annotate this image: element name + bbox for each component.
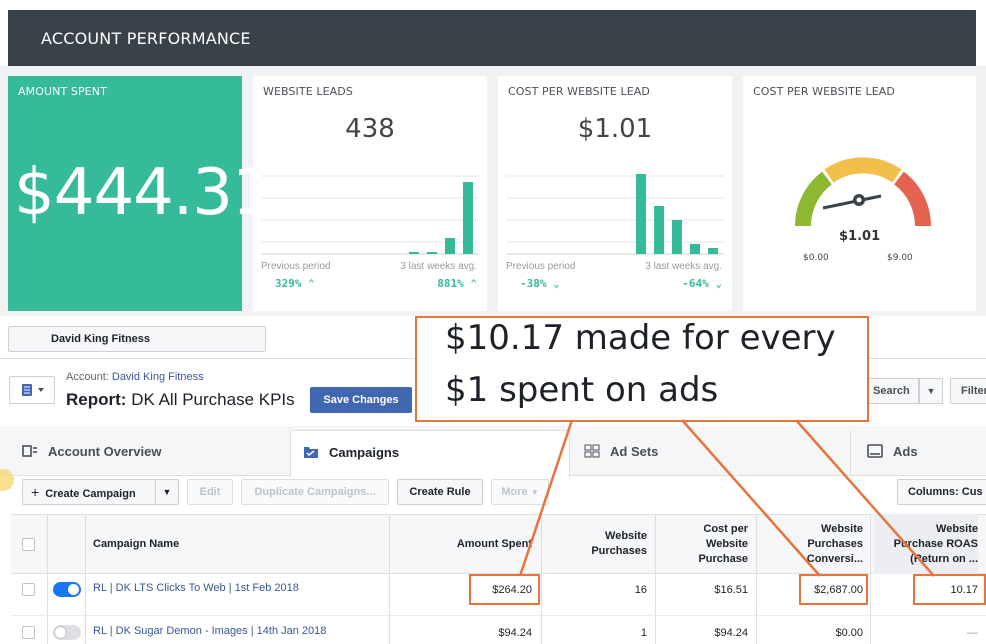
row-checkbox[interactable]	[22, 583, 35, 596]
leads-bar	[409, 252, 419, 254]
filter-button[interactable]: Filter	[950, 378, 986, 404]
website-leads-title: WEBSITE LEADS	[263, 85, 353, 98]
amount-spent-title: AMOUNT SPENT	[18, 85, 107, 98]
account-selector[interactable]: David King Fitness	[8, 326, 266, 352]
roas-cell: —	[967, 627, 978, 639]
create-rule-button[interactable]: Create Rule	[397, 479, 483, 505]
search-dropdown-button[interactable]: ▼	[919, 378, 943, 404]
gauge-arc-green	[795, 171, 833, 227]
gauge-max-label: $9.00	[887, 253, 913, 263]
report-account-link[interactable]: David King Fitness	[112, 371, 204, 383]
cost-per-lead-title: COST PER WEBSITE LEAD	[508, 85, 651, 98]
cost-avg-label: 3 last weeks avg.	[645, 261, 722, 272]
column-header-campaign-name[interactable]: Campaign Name	[93, 514, 383, 574]
cost-bar	[654, 206, 664, 254]
ad-icon	[867, 444, 883, 458]
website-leads-trend-chart	[261, 175, 479, 255]
gauge-arc-red	[893, 171, 931, 227]
conversion-value-cell: $0.00	[835, 627, 863, 639]
duplicate-campaigns-button[interactable]: Duplicate Campaigns...	[241, 479, 389, 505]
cost-per-purchase-cell: $16.51	[714, 584, 748, 596]
leads-avg-pct: 881% ⌃	[437, 277, 477, 290]
report-menu-button[interactable]	[9, 376, 55, 404]
amount-spent-cell: $94.24	[498, 627, 532, 639]
annotation-text-line2: $1 spent on ads	[445, 370, 719, 410]
campaign-name-link[interactable]: RL | DK Sugar Demon - Images | 14th Jan …	[93, 625, 326, 637]
website-leads-card: WEBSITE LEADS 438 Previous period 3 last…	[253, 76, 487, 311]
cost-bar	[672, 220, 682, 254]
caret-down-icon: ▼	[926, 386, 936, 396]
gauge-min-label: $0.00	[803, 253, 829, 263]
leads-previous-pct: 329% ⌃	[275, 277, 315, 290]
caret-down-icon: ▼	[162, 487, 172, 497]
report-list-icon	[22, 384, 44, 396]
account-overview-icon	[22, 445, 37, 457]
gauge-value: $1.01	[839, 229, 880, 244]
campaign-status-toggle[interactable]	[53, 582, 81, 597]
cost-bar	[690, 244, 700, 254]
tab-ads[interactable]: Ads	[850, 430, 986, 476]
save-changes-button[interactable]: Save Changes	[310, 387, 412, 413]
purchases-cell: 16	[634, 584, 647, 596]
gauge-needle	[822, 194, 882, 210]
annotation-highlight-roas	[913, 574, 986, 605]
more-button[interactable]: More ▼	[491, 479, 549, 505]
cost-per-lead-value: $1.01	[577, 114, 653, 144]
create-campaign-dropdown[interactable]: ▼	[155, 479, 179, 505]
column-header-purchases-conversion[interactable]: Website Purchases Conversi...	[760, 514, 863, 574]
caret-down-icon: ▼	[530, 488, 539, 497]
create-campaign-button[interactable]: + Create Campaign	[22, 479, 156, 505]
report-account-label: Account: David King Fitness	[66, 371, 204, 383]
gauge-title: COST PER WEBSITE LEAD	[753, 85, 896, 98]
gauge-chart: $1.01 $0.00 $9.00	[795, 157, 931, 263]
leads-bar	[445, 238, 455, 254]
campaign-status-toggle[interactable]	[53, 625, 81, 640]
website-leads-value: 438	[345, 114, 395, 144]
chevron-up-icon: ⌃	[308, 277, 315, 290]
column-header-roas[interactable]: Website Purchase ROAS (Return on ...	[874, 514, 978, 574]
amount-spent-card: AMOUNT SPENT $444.31	[8, 76, 273, 311]
cost-per-lead-card: COST PER WEBSITE LEAD $1.01 Previous per…	[498, 76, 732, 311]
chevron-down-icon: ⌄	[553, 277, 560, 290]
chevron-up-icon: ⌃	[470, 277, 477, 290]
tab-campaigns[interactable]: Campaigns	[290, 430, 570, 477]
tab-ad-sets[interactable]: Ad Sets	[584, 430, 658, 476]
grid-icon	[584, 444, 600, 458]
row-checkbox[interactable]	[22, 626, 35, 639]
cost-per-purchase-cell: $94.24	[714, 627, 748, 639]
leads-bar	[427, 252, 437, 254]
leads-avg-label: 3 last weeks avg.	[400, 261, 477, 272]
annotation-highlight-amount-spent	[469, 574, 540, 605]
leads-bar	[463, 182, 473, 254]
chevron-down-icon: ⌄	[715, 277, 722, 290]
cost-previous-pct: -38% ⌄	[520, 277, 560, 290]
cost-per-lead-trend-chart	[506, 174, 724, 255]
leads-previous-period-label: Previous period	[261, 261, 331, 272]
edit-button[interactable]: Edit	[187, 479, 233, 505]
tab-account-overview[interactable]: Account Overview	[22, 430, 161, 476]
amount-spent-value: $444.31	[14, 156, 273, 230]
cost-bar	[708, 248, 718, 254]
column-header-amount-spent[interactable]: Amount Spent	[392, 514, 532, 574]
plus-icon: +	[31, 484, 40, 500]
cost-avg-pct: -64% ⌄	[682, 277, 722, 290]
columns-button[interactable]: Columns: Cus	[897, 479, 986, 505]
cost-previous-period-label: Previous period	[506, 261, 576, 272]
column-header-cost-per-purchase[interactable]: Cost per Website Purchase	[660, 514, 748, 574]
annotation-text-line1: $10.17 made for every	[445, 318, 836, 358]
gauge-arc-yellow	[824, 157, 902, 183]
report-title: Report: DK All Purchase KPIs	[66, 390, 295, 409]
folder-icon	[304, 447, 318, 458]
cost-per-lead-gauge-card: COST PER WEBSITE LEAD $1.01 $0.00 $9.00	[743, 76, 976, 311]
annotation-highlight-conversion-value	[799, 574, 868, 605]
account-performance-header: ACCOUNT PERFORMANCE	[8, 10, 976, 66]
select-all-checkbox[interactable]	[22, 538, 35, 551]
column-header-purchases[interactable]: Website Purchases	[545, 514, 647, 574]
cost-bar	[636, 174, 646, 254]
purchases-cell: 1	[640, 627, 647, 639]
campaign-name-link[interactable]: RL | DK LTS Clicks To Web | 1st Feb 2018	[93, 582, 299, 594]
